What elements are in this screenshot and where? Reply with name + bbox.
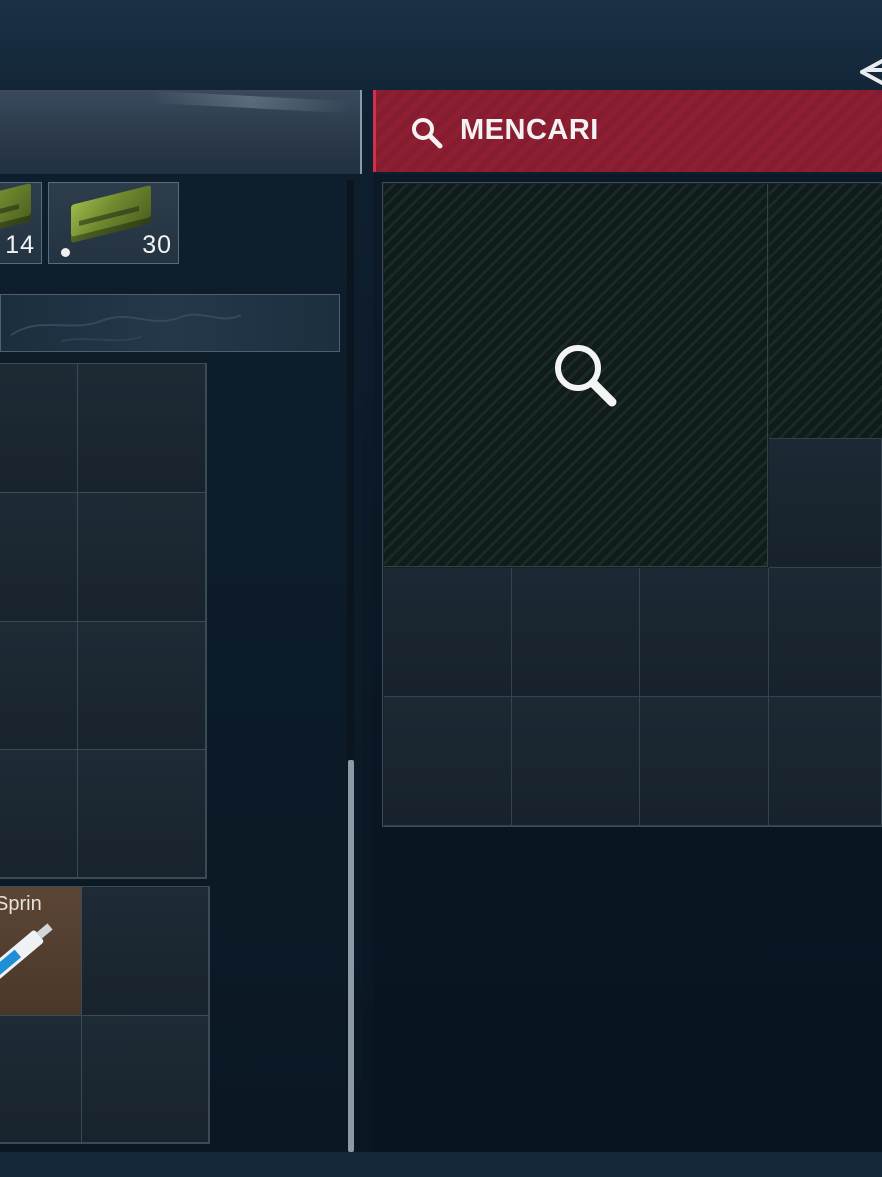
scrollbar-thumb[interactable] [348, 760, 354, 1152]
syringe-icon [0, 923, 53, 981]
loot-slot[interactable] [769, 568, 882, 697]
inventory-slot[interactable] [82, 887, 209, 1016]
loot-slot[interactable] [512, 568, 640, 697]
loot-slot[interactable] [384, 697, 512, 826]
loot-slot[interactable] [769, 697, 882, 826]
bottom-band [0, 1152, 882, 1177]
inventory-slot[interactable] [78, 622, 206, 750]
inventory-slot[interactable] [0, 1016, 82, 1143]
new-item-dot [61, 248, 70, 257]
loot-slot[interactable] [384, 568, 512, 697]
map-strip [0, 294, 340, 352]
map-silhouette-icon [10, 313, 242, 342]
inventory-slot[interactable] [82, 1016, 209, 1143]
top-band [0, 0, 882, 90]
inventory-slot[interactable] [78, 364, 206, 493]
inventory-header [0, 90, 362, 174]
ammo-count: 14 [5, 231, 35, 259]
inventory-slot[interactable] [0, 364, 78, 493]
ammo-count: 30 [142, 231, 172, 259]
search-header-label: MENCARI [460, 114, 599, 146]
inventory-slot[interactable] [78, 750, 206, 878]
ammo-slot[interactable]: 14 [0, 182, 42, 264]
search-icon [412, 118, 443, 149]
search-header: MENCARI [373, 90, 882, 172]
ammo-slot[interactable]: 30 [48, 182, 179, 264]
inventory-slot[interactable] [0, 622, 78, 750]
game-inventory-screen: 14 30 Sprin MENCARI [0, 0, 882, 1177]
close-icon[interactable] [858, 52, 882, 92]
ammo-box-icon [71, 185, 151, 243]
searching-slot [769, 184, 882, 439]
loot-slot[interactable] [512, 697, 640, 826]
searching-slot [384, 184, 768, 567]
backpack-grid [0, 363, 207, 879]
inventory-slot[interactable] [0, 493, 78, 622]
loot-slot[interactable] [769, 439, 882, 568]
loot-slot[interactable] [640, 697, 769, 826]
inventory-item-slot[interactable]: Sprin [0, 887, 82, 1016]
backpack-grid-lower: Sprin [0, 886, 210, 1144]
loot-slot[interactable] [640, 568, 769, 697]
header-sheen [149, 90, 351, 114]
search-icon [555, 345, 617, 407]
inventory-slot[interactable] [0, 750, 78, 878]
inventory-slot[interactable] [78, 493, 206, 622]
